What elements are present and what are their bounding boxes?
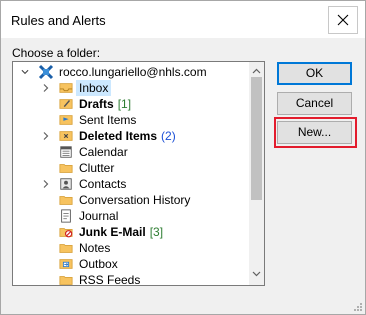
tree-folder-row[interactable]: RSS Feeds — [13, 272, 249, 286]
tree-folder-row[interactable]: Contacts — [13, 176, 249, 192]
calendar-icon — [60, 146, 72, 158]
tree-folder-row[interactable]: Sent Items — [13, 112, 249, 128]
chevron-right-icon[interactable] — [42, 80, 50, 96]
folder-label: Junk E-Mail [3] — [79, 224, 163, 240]
folder-name: Journal — [79, 209, 119, 223]
choose-folder-label: Choose a folder: — [12, 46, 101, 60]
folder-count: (2) — [161, 129, 176, 143]
folder-label: Journal — [79, 208, 118, 224]
folder-name: Clutter — [79, 161, 115, 175]
tree-folder-row[interactable]: Deleted Items (2) — [13, 128, 249, 144]
folder-count: [1] — [117, 97, 132, 111]
close-icon — [337, 14, 349, 26]
account-label: rocco.lungariello@nhls.com — [59, 65, 207, 79]
folder-name: Notes — [79, 241, 111, 255]
chevron-right-icon[interactable] — [42, 128, 50, 144]
contacts-icon — [60, 178, 72, 190]
folder-count: [3] — [149, 225, 164, 239]
folder-name: Sent Items — [79, 113, 137, 127]
chevron-right-icon[interactable] — [42, 176, 50, 192]
folder-label: Outbox — [79, 256, 118, 272]
tree-folder-row[interactable]: Drafts [1] — [13, 96, 249, 112]
folder-name: Junk E-Mail — [79, 225, 146, 239]
tree-folder-row[interactable]: Notes — [13, 240, 249, 256]
cancel-button[interactable]: Cancel — [277, 92, 352, 115]
folder-label: Deleted Items (2) — [79, 128, 176, 144]
inbox-folder-icon — [59, 83, 73, 93]
folder-name: RSS Feeds — [79, 273, 141, 286]
chevron-expanded-icon[interactable] — [21, 64, 29, 80]
close-button[interactable] — [328, 6, 358, 34]
folder-label: Clutter — [79, 160, 114, 176]
rules-and-alerts-dialog: Rules and Alerts Choose a folder: rocco.… — [0, 0, 366, 315]
scroll-down-icon[interactable] — [249, 266, 264, 281]
tree-folder-row[interactable]: Journal — [13, 208, 249, 224]
folder-name: Drafts — [79, 97, 114, 111]
title-bar[interactable]: Rules and Alerts — [1, 1, 365, 38]
rss-feeds-icon — [59, 276, 73, 285]
tree-folder-row[interactable]: Junk E-Mail [3] — [13, 224, 249, 240]
folder-label: Calendar — [79, 144, 128, 160]
vertical-scrollbar[interactable] — [249, 62, 264, 285]
tree-folder-row[interactable]: Conversation History — [13, 192, 249, 208]
outbox-icon — [59, 259, 73, 269]
folder-name: Deleted Items — [79, 129, 158, 143]
folder-label: Conversation History — [79, 192, 190, 208]
junk-email-icon — [59, 228, 73, 238]
folder-name: Conversation History — [79, 193, 191, 207]
folder-name: Contacts — [79, 177, 127, 191]
folder-name: Calendar — [79, 145, 128, 159]
folder-icon — [59, 196, 73, 205]
tree-folder-row[interactable]: Inbox — [13, 80, 249, 96]
tree-folder-row[interactable]: Outbox — [13, 256, 249, 272]
tree-folder-row[interactable]: Calendar — [13, 144, 249, 160]
folder-label: Notes — [79, 240, 110, 256]
dialog-title: Rules and Alerts — [11, 13, 106, 28]
journal-icon — [61, 209, 71, 223]
scrollbar-thumb[interactable] — [251, 77, 262, 200]
folder-name: Inbox — [79, 81, 109, 95]
folder-icon — [59, 164, 73, 173]
folder-label: RSS Feeds — [79, 272, 141, 286]
account-icon — [38, 64, 54, 80]
deleted-items-icon — [59, 131, 73, 141]
notes-icon — [59, 244, 73, 253]
folder-label: Sent Items — [79, 112, 136, 128]
folder-label: Drafts [1] — [79, 96, 131, 112]
tree-folder-row[interactable]: Clutter — [13, 160, 249, 176]
resize-grip-icon[interactable] — [353, 302, 363, 312]
folder-tree[interactable]: rocco.lungariello@nhls.com Inbox Drafts [1… — [12, 61, 265, 286]
folder-label: Contacts — [79, 176, 126, 192]
sent-items-icon — [59, 115, 73, 125]
folder-name: Outbox — [79, 257, 118, 271]
folder-label: Inbox — [76, 80, 112, 96]
ok-button[interactable]: OK — [277, 62, 352, 85]
new-button-highlight — [274, 117, 357, 148]
tree-account-row[interactable]: rocco.lungariello@nhls.com — [13, 64, 249, 80]
drafts-folder-icon — [59, 99, 73, 109]
